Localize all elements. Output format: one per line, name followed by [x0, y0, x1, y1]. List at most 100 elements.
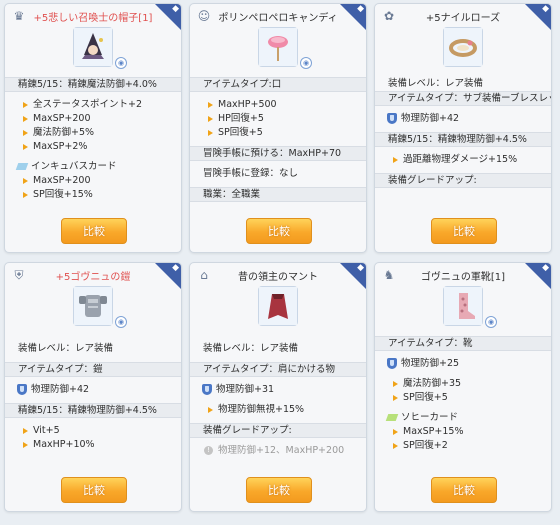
corner-tab-icon: ◆ — [357, 263, 364, 273]
compare-button[interactable]: 比較 — [431, 218, 497, 244]
headgear-icon: ♛ — [13, 9, 25, 23]
card-icon — [385, 414, 399, 421]
stat-line: SP回復+15% — [5, 188, 181, 202]
defense-value: 物理防御+25 — [401, 358, 460, 369]
corner-tab-icon: ◆ — [172, 4, 179, 14]
item-card-goibne-greaves: ♞ ゴヴニュの軍靴[1] ◆ ◉ アイテムタイプ：靴 物理防御+25 魔法防御+… — [374, 262, 552, 512]
stat-refine: 精錬5/15：精錬魔法防御+4.0% — [5, 77, 181, 92]
stat-line: MaxSP+200 — [5, 174, 181, 188]
item-card-goibne-armor: ⛨ +5ゴヴニュの鎧 ◆ ◉ 装備レベル：レア装備 アイテムタイプ：鎧 物理防御… — [4, 262, 182, 512]
item-card-lord-manteau: ⌂ 昔の領主のマント ◆ 装備レベル：レア装備 アイテムタイプ：肩にかける物 物… — [189, 262, 367, 512]
cape-icon: ⌂ — [200, 268, 208, 282]
item-card-summoner-hat: ♛ +5悲しい召喚士の帽子[1] ◆ ◉ 精錬5/15：精錬魔法防御+4.0% … — [4, 3, 182, 253]
stat-line: MaxSP+200 — [5, 112, 181, 126]
stat-line: 物理防御無視+15% — [190, 403, 366, 417]
equip-level: 装備レベル：レア装備 — [18, 343, 114, 354]
preview-eye-icon[interactable]: ◉ — [485, 316, 497, 328]
stat-line: 魔法防御+35 — [375, 377, 551, 391]
stat-refine: 精錬5/15：精錬物理防御+4.5% — [5, 403, 181, 418]
preview-eye-icon[interactable]: ◉ — [300, 57, 312, 69]
corner-tab-icon: ◆ — [542, 263, 549, 273]
corner-tab-icon: ◆ — [172, 263, 179, 273]
defense-value: 物理防御+31 — [216, 384, 275, 395]
stat-line: MaxSP+15% — [375, 425, 551, 439]
item-image[interactable] — [443, 286, 483, 326]
shield-icon — [387, 358, 397, 369]
adventure-register: 冒険手帳に登録：なし — [203, 168, 299, 179]
defense-value: 物理防御+42 — [401, 113, 460, 124]
equip-level: 装備レベル：レア装備 — [388, 78, 484, 89]
item-image[interactable] — [258, 27, 298, 67]
shield-icon — [387, 113, 397, 124]
stat-line: MaxSP+2% — [5, 140, 181, 154]
job-restriction: 職業：全職業 — [190, 187, 366, 202]
item-type: アイテムタイプ：肩にかける物 — [190, 362, 366, 377]
item-type: アイテムタイプ：サブ装備ーブレスレット — [375, 91, 551, 106]
item-image[interactable] — [73, 286, 113, 326]
card-icon — [15, 163, 29, 170]
stat-refine: 精錬5/15：精錬物理防御+4.5% — [375, 132, 551, 147]
defense-line: 物理防御+31 — [190, 383, 366, 397]
stat-line: Vit+5 — [5, 424, 181, 438]
item-title: +5悲しい召喚士の帽子[1] — [33, 13, 153, 24]
stat-line: 全ステータスポイント+2 — [5, 98, 181, 112]
adventure-deposit: 冒険手帳に預ける：MaxHP+70 — [190, 146, 366, 161]
stat-line: 魔法防御+5% — [5, 126, 181, 140]
item-title: +5ゴヴニュの鎧 — [55, 272, 131, 283]
item-title: 昔の領主のマント — [238, 272, 318, 283]
item-type: アイテムタイプ:口 — [190, 77, 366, 92]
shield-icon — [202, 384, 212, 395]
item-image[interactable] — [73, 27, 113, 67]
card-slot-label: ソヒーカード — [401, 412, 459, 423]
equip-level: 装備レベル：レア装備 — [203, 343, 299, 354]
grade-up-label: 装備グレードアップ: — [375, 173, 551, 188]
preview-eye-icon[interactable]: ◉ — [115, 57, 127, 69]
item-title: +5ナイルローズ — [425, 13, 501, 24]
stat-line: MaxHP+10% — [5, 438, 181, 452]
shield-icon — [17, 384, 27, 395]
defense-line: 物理防御+42 — [5, 383, 181, 397]
card-slot-line: ソヒーカード — [375, 411, 551, 425]
compare-button[interactable]: 比較 — [246, 477, 312, 503]
corner-tab: ◆ — [155, 4, 181, 30]
item-title: ゴヴニュの軍靴[1] — [420, 272, 506, 283]
grade-up-label: 装備グレードアップ: — [190, 423, 366, 438]
item-image[interactable] — [258, 286, 298, 326]
item-image[interactable] — [443, 27, 483, 67]
corner-tab: ◆ — [525, 4, 551, 30]
stat-line: SP回復+5 — [375, 391, 551, 405]
corner-tab: ◆ — [155, 263, 181, 289]
corner-tab: ◆ — [340, 4, 366, 30]
card-slot-label: インキュバスカード — [31, 161, 117, 172]
compare-button[interactable]: 比較 — [61, 218, 127, 244]
item-type: アイテムタイプ：鎧 — [5, 362, 181, 377]
compare-button[interactable]: 比較 — [246, 218, 312, 244]
corner-tab: ◆ — [340, 263, 366, 289]
defense-line: 物理防御+25 — [375, 357, 551, 371]
grade-up-line: ! 物理防御+12、MaxHP+200 — [190, 444, 366, 458]
accessory-icon: ✿ — [383, 9, 395, 23]
stat-line: HP回復+5 — [190, 112, 366, 126]
corner-tab-icon: ◆ — [357, 4, 364, 14]
mouth-icon: ☺ — [197, 9, 211, 23]
armor-icon: ⛨ — [14, 268, 24, 282]
stat-line: 過距離物理ダメージ+15% — [375, 153, 551, 167]
grade-up-value: 物理防御+12、MaxHP+200 — [218, 445, 345, 456]
item-title: ポリンペロペロキャンディ — [218, 13, 338, 24]
corner-tab: ◆ — [525, 263, 551, 289]
preview-eye-icon[interactable]: ◉ — [115, 316, 127, 328]
lock-icon: ! — [204, 446, 213, 455]
stat-line: SP回復+2 — [375, 439, 551, 453]
card-slot-line: インキュバスカード — [5, 160, 181, 174]
defense-value: 物理防御+42 — [31, 384, 90, 395]
compare-button[interactable]: 比較 — [61, 477, 127, 503]
stat-line: SP回復+5 — [190, 126, 366, 140]
corner-tab-icon: ◆ — [542, 4, 549, 14]
defense-line: 物理防御+42 — [375, 112, 551, 126]
shoes-icon: ♞ — [383, 268, 395, 282]
item-type: アイテムタイプ：靴 — [375, 336, 551, 351]
compare-button[interactable]: 比較 — [431, 477, 497, 503]
item-card-poring-candy: ☺ ポリンペロペロキャンディ ◆ ◉ アイテムタイプ:口 MaxHP+500 H… — [189, 3, 367, 253]
stat-line: MaxHP+500 — [190, 98, 366, 112]
item-card-nile-rose: ✿ +5ナイルローズ ◆ 装備レベル：レア装備 アイテムタイプ：サブ装備ーブレス… — [374, 3, 552, 253]
